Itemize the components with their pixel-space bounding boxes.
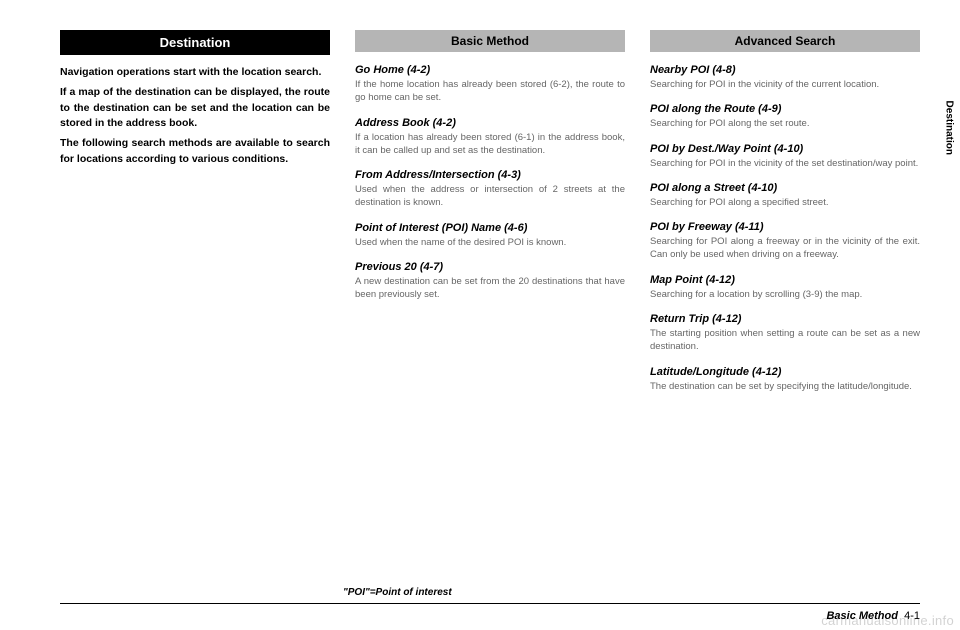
side-tab-destination: Destination xyxy=(943,101,954,155)
item-title: Return Trip (4-12) xyxy=(650,313,920,325)
item-desc: A new destination can be set from the 20… xyxy=(355,275,625,302)
item-desc: The starting position when setting a rou… xyxy=(650,327,920,354)
item-title: Nearby POI (4-8) xyxy=(650,64,920,76)
intro-p1: Navigation operations start with the loc… xyxy=(60,65,330,81)
item-desc: Searching for POI along the set route. xyxy=(650,117,920,130)
item-desc: Searching for POI in the vicinity of the… xyxy=(650,78,920,91)
item-desc: If the home location has already been st… xyxy=(355,78,625,105)
section-header-destination: Destination xyxy=(60,30,330,55)
item-desc: Searching for POI in the vicinity of the… xyxy=(650,157,920,170)
item-title: POI along the Route (4-9) xyxy=(650,103,920,115)
item-title: POI by Dest./Way Point (4-10) xyxy=(650,143,920,155)
item-desc: Searching for POI along a freeway or in … xyxy=(650,235,920,262)
section-header-basic-method: Basic Method xyxy=(355,30,625,52)
watermark: carmanualsonline.info xyxy=(821,613,954,628)
item-title: Map Point (4-12) xyxy=(650,274,920,286)
item-desc: Used when the address or intersection of… xyxy=(355,183,625,210)
item-desc: If a location has already been stored (6… xyxy=(355,131,625,158)
item-title: Previous 20 (4-7) xyxy=(355,261,625,273)
section-header-advanced-search: Advanced Search xyxy=(650,30,920,52)
item-desc: Searching for a location by scrolling (3… xyxy=(650,288,920,301)
footer-rule xyxy=(60,603,920,604)
item-title: Latitude/Longitude (4-12) xyxy=(650,366,920,378)
item-title: Go Home (4-2) xyxy=(355,64,625,76)
intro-p3: The following search methods are availab… xyxy=(60,136,330,168)
intro-text: Navigation operations start with the loc… xyxy=(60,65,330,168)
item-title: Point of Interest (POI) Name (4-6) xyxy=(355,222,625,234)
item-title: POI along a Street (4-10) xyxy=(650,182,920,194)
item-desc: Used when the name of the desired POI is… xyxy=(355,236,625,249)
item-desc: Searching for POI along a specified stre… xyxy=(650,196,920,209)
item-title: POI by Freeway (4-11) xyxy=(650,221,920,233)
intro-p2: If a map of the destination can be displ… xyxy=(60,85,330,132)
item-desc: The destination can be set by specifying… xyxy=(650,380,920,393)
item-title: Address Book (4-2) xyxy=(355,117,625,129)
item-title: From Address/Intersection (4-3) xyxy=(355,169,625,181)
poi-footnote: "POI"=Point of interest xyxy=(343,587,452,598)
